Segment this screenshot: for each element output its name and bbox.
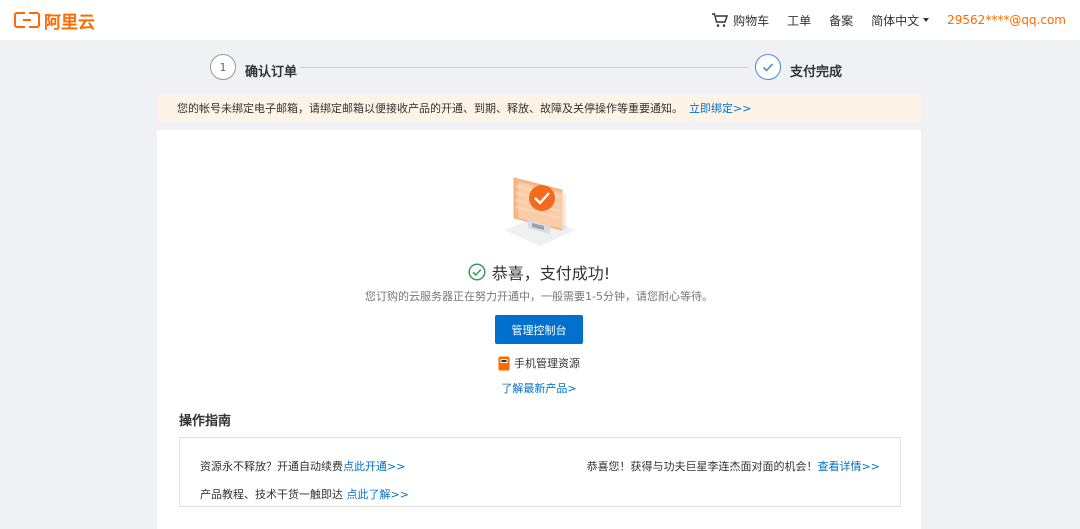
guide-title: 操作指南	[179, 414, 232, 429]
bind-email-link[interactable]: 立即绑定>>	[689, 100, 751, 116]
step1-number: 1	[210, 54, 236, 80]
payment-result-card: 恭喜，支付成功! 您订购的云服务器正在努力开通中，一般需要1-5分钟，请您耐心等…	[157, 130, 921, 529]
top-nav: 购物车 工单 备案 简体中文 29562****@qq.com	[693, 0, 1066, 40]
top-header: 阿里云 购物车 工单 备案 简体中文 29562****@qq.com	[0, 0, 1080, 40]
aliyun-logo[interactable]: 阿里云	[14, 8, 95, 33]
logo-text: 阿里云	[44, 12, 95, 33]
step2-check	[755, 54, 781, 80]
order-steps: 1 确认订单 支付完成	[0, 40, 1080, 94]
mobile-app-icon	[498, 356, 510, 370]
console-button[interactable]: 管理控制台	[495, 315, 583, 344]
step1-label: 确认订单	[245, 65, 298, 80]
learn-more-link[interactable]: 点此了解>>	[347, 488, 409, 501]
guide-item-tutorials: 产品教程、技术干货一触即达 点此了解>>	[200, 486, 409, 502]
success-check-icon	[468, 263, 486, 281]
view-details-link[interactable]: 查看详情>>	[818, 460, 880, 473]
guide-item-auto-renew: 资源永不释放？开通自动续费点此开通>>	[200, 458, 405, 474]
payment-success-illustration	[504, 177, 576, 246]
notice-text: 您的帐号未绑定电子邮箱，请绑定邮箱以便接收产品的开通、到期、释放、故障及关停操作…	[177, 102, 683, 115]
learn-new-products-link[interactable]: 了解最新产品>	[157, 380, 921, 396]
step2-label: 支付完成	[790, 65, 843, 80]
mobile-manage-label: 手机管理资源	[514, 357, 580, 370]
mobile-manage-link[interactable]: 手机管理资源	[157, 355, 921, 371]
email-bind-notice: 您的帐号未绑定电子邮箱，请绑定邮箱以便接收产品的开通、到期、释放、故障及关停操作…	[157, 95, 921, 121]
success-title-row: 恭喜，支付成功!	[157, 260, 921, 284]
language-dropdown[interactable]: 简体中文	[871, 12, 930, 29]
guide-item-text: 资源永不释放？开通自动续费	[200, 460, 343, 473]
success-title: 恭喜，支付成功!	[491, 264, 611, 283]
cart-label: 购物车	[733, 13, 770, 28]
aliyun-logo-icon	[14, 11, 40, 30]
caret-down-icon	[923, 18, 930, 22]
guide-box: 资源永不释放？开通自动续费点此开通>> 恭喜您！获得与功夫巨星李连杰面对面的机会…	[179, 437, 901, 507]
record-link[interactable]: 备案	[829, 12, 853, 29]
guide-item-promo: 恭喜您！获得与功夫巨星李连杰面对面的机会！查看详情>>	[587, 458, 880, 474]
step-connector	[300, 67, 748, 68]
cart-icon	[712, 13, 729, 27]
guide-item-text: 产品教程、技术干货一触即达	[200, 488, 347, 501]
check-icon	[762, 63, 774, 72]
cart-link[interactable]: 购物车	[711, 12, 769, 29]
enable-auto-renew-link[interactable]: 点此开通>>	[343, 460, 405, 473]
guide-item-text: 恭喜您！获得与功夫巨星李连杰面对面的机会！	[586, 460, 818, 473]
success-description: 您订购的云服务器正在努力开通中，一般需要1-5分钟，请您耐心等待。	[365, 290, 713, 303]
ticket-link[interactable]: 工单	[787, 12, 811, 29]
user-account-link[interactable]: 29562****@qq.com	[947, 13, 1066, 27]
language-label: 简体中文	[871, 13, 920, 28]
